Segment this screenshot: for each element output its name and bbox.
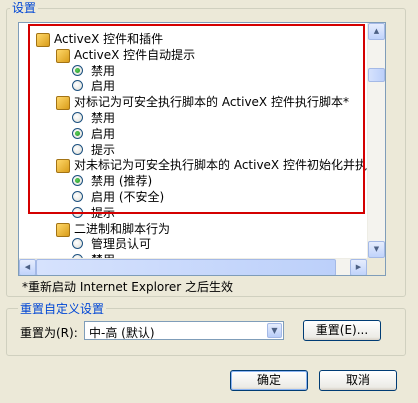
tree-row[interactable]: 禁用 [19, 110, 367, 126]
security-level-select[interactable]: 中-高 (默认) ▼ [84, 321, 284, 340]
scrollbar-corner [367, 258, 385, 275]
radio-label: 启用 [91, 79, 116, 94]
settings-tree-items: ActiveX 控件和插件 ActiveX 控件自动提示 禁用 启用 对标记为可安全执行… [19, 23, 367, 258]
tree-group-label: 二进制和脚本行为 [74, 221, 171, 236]
scroll-right-icon[interactable]: ▶ [350, 259, 367, 275]
settings-tree[interactable]: ActiveX 控件和插件 ActiveX 控件自动提示 禁用 启用 对标记为可安全执行… [18, 22, 386, 276]
horizontal-scroll-thumb[interactable] [36, 259, 336, 275]
tree-row[interactable]: ActiveX 控件和插件 [19, 31, 367, 47]
radio-button[interactable] [72, 191, 83, 202]
tree-row[interactable]: 对未标记为可安全执行脚本的 ActiveX 控件初始化并执 [19, 157, 367, 174]
security-level-value: 中-高 (默认) [89, 326, 155, 340]
vertical-scrollbar[interactable]: ▲ ▼ [367, 23, 385, 258]
radio-label: 禁用 [91, 63, 116, 78]
radio-label: 启用 (不安全) [91, 190, 165, 204]
tree-group-label: 对标记为可安全执行脚本的 ActiveX 控件执行脚本* [74, 95, 349, 110]
horizontal-scrollbar[interactable]: ◀ ▶ [19, 258, 367, 275]
tree-group-label: 对未标记为可安全执行脚本的 ActiveX 控件初始化并执 [74, 158, 367, 173]
scroll-left-icon[interactable]: ◀ [19, 259, 36, 275]
scroll-up-icon[interactable]: ▲ [368, 23, 385, 40]
vertical-scroll-thumb[interactable] [368, 68, 385, 82]
folder-icon [56, 48, 70, 63]
restart-note: *重新启动 Internet Explorer 之后生效 [22, 280, 234, 294]
radio-button[interactable] [72, 143, 83, 155]
ok-button[interactable]: 确定 [230, 370, 308, 391]
radio-label: 提示 [91, 205, 116, 220]
tree-row[interactable]: 提示 [19, 142, 367, 158]
folder-icon [56, 159, 70, 174]
radio-label: 启用 [91, 126, 116, 141]
tree-row[interactable]: 启用 [19, 126, 367, 142]
settings-group-title: 设置 [10, 1, 39, 15]
radio-button[interactable] [72, 80, 83, 92]
tree-row[interactable]: ActiveX 控件自动提示 [19, 47, 367, 63]
reset-to-label: 重置为(R): [20, 326, 78, 340]
tree-row[interactable]: 提示 [19, 205, 367, 221]
radio-button[interactable] [72, 206, 83, 218]
reset-button[interactable]: 重置(E)... [303, 320, 381, 341]
folder-icon [56, 96, 70, 111]
tree-row[interactable]: 禁用 (推荐) [19, 173, 367, 189]
tree-row[interactable]: 启用 [19, 78, 367, 94]
radio-label: 管理员认可 [91, 237, 152, 252]
folder-icon [36, 33, 50, 47]
cancel-button[interactable]: 取消 [319, 370, 397, 391]
tree-row[interactable]: 禁用 [19, 63, 367, 79]
reset-group-title: 重置自定义设置 [18, 302, 107, 316]
folder-icon [56, 222, 70, 237]
tree-row[interactable]: 管理员认可 [19, 236, 367, 252]
radio-button[interactable] [72, 64, 83, 76]
radio-label: 提示 [91, 142, 116, 157]
radio-button[interactable] [72, 238, 83, 250]
scroll-down-icon[interactable]: ▼ [368, 241, 385, 258]
tree-row[interactable]: 对标记为可安全执行脚本的 ActiveX 控件执行脚本* [19, 94, 367, 111]
radio-button[interactable] [72, 127, 83, 139]
tree-group-label: ActiveX 控件和插件 [54, 32, 164, 46]
tree-row[interactable]: 启用 (不安全) [19, 189, 367, 205]
radio-button[interactable] [72, 112, 83, 123]
chevron-down-icon[interactable]: ▼ [267, 323, 282, 338]
tree-row[interactable]: 二进制和脚本行为 [19, 221, 367, 237]
radio-label: 禁用 [91, 111, 116, 125]
tree-group-label: ActiveX 控件自动提示 [74, 47, 196, 62]
radio-button[interactable] [72, 175, 83, 187]
radio-label: 禁用 (推荐) [91, 174, 153, 189]
